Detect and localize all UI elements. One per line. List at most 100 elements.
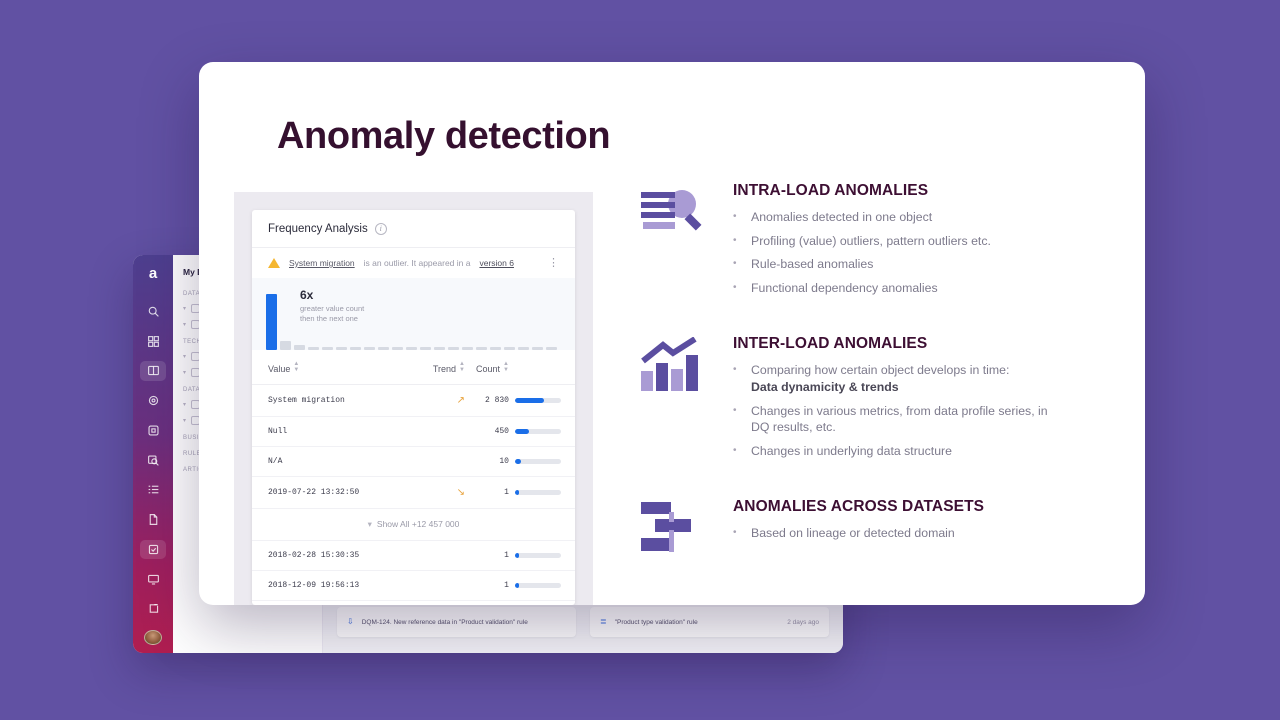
column-header-count[interactable]: Count ▲ ▼ bbox=[470, 350, 515, 385]
chevron-down-icon: ▾ bbox=[183, 354, 187, 360]
table-row[interactable]: System migration ↗ 2 830 bbox=[252, 384, 575, 417]
bullet-dot: • bbox=[733, 258, 737, 270]
sidebar-icon-external-link[interactable] bbox=[140, 599, 166, 619]
count-bar-fill bbox=[514, 583, 520, 588]
section-inter-load: INTER-LOAD ANOMALIES • Comparing how cert… bbox=[639, 333, 1099, 466]
section-across-datasets: ANOMALIES ACROSS DATASETS • Based on line… bbox=[639, 496, 1099, 556]
chevron-down-icon: ▾ bbox=[183, 306, 187, 312]
alert-version: version 6 bbox=[479, 258, 514, 268]
cell-value: 2018-02-28 15:30:35 bbox=[252, 540, 416, 571]
cell-bar bbox=[514, 384, 575, 417]
sidebar-icon-document[interactable] bbox=[140, 510, 166, 530]
sidebar-icon-dashboard[interactable] bbox=[140, 331, 166, 351]
column-label: Count bbox=[476, 364, 501, 374]
count-bar-track bbox=[514, 459, 561, 464]
rule-list-icon: ≣ bbox=[600, 617, 607, 626]
cell-count: 10 bbox=[470, 446, 515, 477]
count-bar-track bbox=[514, 429, 561, 434]
cell-value: N/A bbox=[252, 446, 416, 477]
sidebar-icon-search[interactable] bbox=[140, 301, 166, 321]
info-icon[interactable]: i bbox=[374, 223, 387, 235]
cell-count: 1 bbox=[470, 476, 515, 509]
sidebar-icon-list[interactable] bbox=[140, 480, 166, 500]
column-header-bar bbox=[514, 350, 575, 385]
kebab-menu-icon[interactable]: ⋮ bbox=[548, 258, 559, 269]
histogram-primary-bar bbox=[266, 294, 277, 350]
bullet-item: • Anomalies detected in one object bbox=[733, 209, 1099, 226]
cell-value: 2019-07-22 13:32:50 bbox=[252, 476, 416, 509]
section-heading: ANOMALIES ACROSS DATASETS bbox=[733, 498, 985, 516]
cell-bar bbox=[514, 416, 575, 447]
table-row[interactable]: Null 450 bbox=[252, 416, 575, 447]
cell-trend bbox=[415, 570, 471, 601]
sidebar-icon-display[interactable] bbox=[140, 569, 166, 589]
sidebar-icon-catalog[interactable] bbox=[140, 360, 166, 381]
cell-trend bbox=[415, 446, 471, 477]
bullet-text: Changes in underlying data structure bbox=[751, 443, 952, 458]
bullet-item: • Profiling (value) outliers, pattern out… bbox=[733, 233, 1099, 250]
table-row[interactable]: N/A 10 bbox=[252, 446, 575, 477]
table-row[interactable]: 2018-02-28 15:30:35 1 bbox=[252, 540, 575, 571]
callout-value: 6x bbox=[300, 288, 314, 302]
sidebar-icon-database[interactable] bbox=[140, 420, 166, 440]
column-header-trend[interactable]: Trend ▲ ▼ bbox=[415, 350, 471, 385]
sort-arrows-icon: ▲ ▼ bbox=[503, 361, 509, 373]
bullet-item: • Changes in various metrics, from data p… bbox=[733, 403, 1099, 436]
bullet-item: • Comparing how certain object develops i… bbox=[733, 362, 1099, 395]
column-label: Value bbox=[268, 364, 291, 374]
bullet-text: Based on lineage or detected domain bbox=[751, 526, 955, 541]
sidebar-icon-monitoring[interactable] bbox=[140, 450, 166, 470]
trend-up-icon: ↗ bbox=[456, 395, 465, 406]
warning-triangle-icon bbox=[268, 258, 280, 268]
cell-value: 2018-12-09 19:56:13 bbox=[252, 570, 416, 601]
alert-middle: is an outlier. It appeared in a bbox=[363, 258, 471, 268]
section-heading: INTER-LOAD ANOMALIES bbox=[733, 335, 928, 353]
dqm-card-time: 2 days ago bbox=[787, 618, 819, 626]
app-sidebar: a bbox=[133, 255, 173, 653]
dqm-card[interactable]: ≣ "Product type validation" rule 2 days … bbox=[590, 607, 829, 637]
dqm-card-text: DQM-124. New reference data in "Product … bbox=[361, 618, 528, 626]
cell-trend bbox=[415, 416, 471, 447]
chevron-down-icon: ▾ bbox=[183, 370, 187, 376]
bullet-dot: • bbox=[733, 404, 737, 416]
histogram-callout: 6x greater value count then the next one bbox=[300, 288, 364, 324]
dqm-card[interactable]: ⇩ DQM-124. New reference data in "Produc… bbox=[337, 607, 576, 637]
frequency-analysis-title: Frequency Analysis bbox=[268, 223, 368, 235]
bullet-dot: • bbox=[733, 527, 737, 539]
table-row[interactable]: 2018-12-09 19:56:13 1 bbox=[252, 570, 575, 601]
chevron-down-icon: ▾ bbox=[183, 402, 187, 408]
section-intra-load: INTRA-LOAD ANOMALIES • Anomalies detected… bbox=[639, 180, 1099, 303]
trend-down-icon: ↘ bbox=[456, 487, 465, 498]
dqm-card-text: "Product type validation" rule bbox=[614, 618, 698, 626]
count-bar-track bbox=[514, 553, 561, 558]
show-all-row[interactable]: ▾ Show All +12 457 000 bbox=[252, 508, 575, 541]
trend-bar-chart-icon bbox=[639, 333, 709, 466]
column-header-value[interactable]: Value ▲ ▼ bbox=[252, 350, 416, 385]
sidebar-icon-settings[interactable] bbox=[140, 391, 166, 411]
chevron-down-icon: ▾ bbox=[183, 418, 187, 424]
chevron-down-icon: ▾ bbox=[367, 519, 372, 529]
bullet-item: • Based on lineage or detected domain bbox=[733, 525, 1099, 542]
bullet-text: Anomalies detected in one object bbox=[751, 210, 933, 224]
cell-count: 450 bbox=[470, 416, 515, 447]
section-heading: INTRA-LOAD ANOMALIES bbox=[733, 182, 929, 199]
sidebar-icon-tasks[interactable] bbox=[140, 539, 166, 560]
show-all-cell[interactable]: ▾ Show All +12 457 000 bbox=[252, 508, 575, 541]
cell-count: 2 830 bbox=[470, 384, 515, 417]
table-row[interactable]: 2019-07-22 13:32:50 ↘ 1 bbox=[252, 476, 575, 509]
magnifier-over-bars-icon bbox=[639, 180, 709, 303]
cell-bar bbox=[514, 540, 575, 571]
sort-arrows-icon: ▲ ▼ bbox=[293, 361, 300, 373]
slide-card: Anomaly detection Frequency Analysis i S… bbox=[199, 62, 1145, 605]
callout-line1: greater value count bbox=[300, 304, 365, 313]
sidebar-user-avatar[interactable] bbox=[144, 629, 162, 645]
cell-bar bbox=[514, 476, 575, 509]
cell-value: System migration bbox=[252, 384, 416, 417]
bullet-dot: • bbox=[733, 234, 737, 246]
page-title: Anomaly detection bbox=[277, 115, 611, 157]
frequency-histogram: 6x greater value count then the next one bbox=[252, 278, 575, 350]
cell-trend bbox=[415, 540, 471, 571]
frequency-table: Value ▲ ▼ Trend ▲ ▼ Count ▲ ▼ System migration… bbox=[252, 350, 575, 601]
count-bar-fill bbox=[514, 553, 520, 558]
cell-bar bbox=[514, 570, 575, 601]
